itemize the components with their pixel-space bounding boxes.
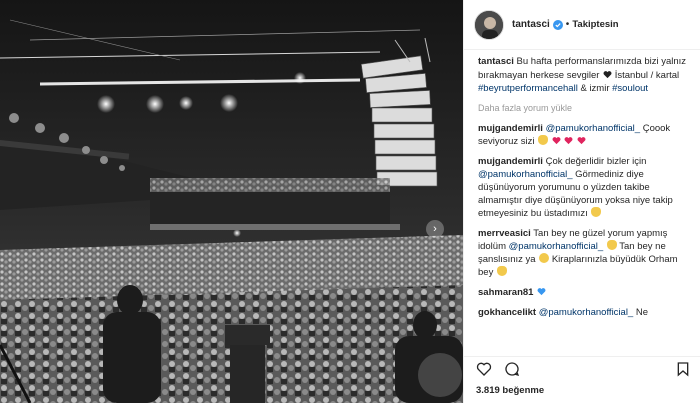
comment-mention[interactable]: @pamukorhanofficial_ (509, 241, 604, 252)
comment-mention[interactable]: @pamukorhanofficial_ (478, 169, 573, 180)
comments-list: tantasci Bu hafta performanslarımızda bi… (464, 55, 700, 355)
comment-text: Ne (635, 306, 649, 318)
chevron-right-icon: › (433, 222, 437, 235)
clap-emoji-icon (538, 134, 549, 145)
comment-1: mujgandemirli @pamukorhanofficial_ Çoook… (478, 122, 691, 148)
clap-emoji-icon (606, 239, 617, 250)
likes-count[interactable]: 3.819 beğenme (476, 385, 544, 396)
action-bar (464, 356, 700, 380)
caption-text-3: izmir (589, 83, 610, 94)
header-username[interactable]: tantasci (512, 19, 550, 30)
comment-text-1: Çok değerlidir bizler için (545, 155, 647, 167)
red-heart-icon (552, 136, 561, 144)
comment-username[interactable]: sahmaran81 (478, 287, 533, 298)
comment-username[interactable]: mujgandemirli (478, 123, 543, 134)
blue-heart-icon (537, 287, 546, 295)
caption-hashtag-1[interactable]: #beyrutperformancehall (478, 83, 578, 94)
black-heart-icon (603, 70, 612, 78)
clap-emoji-icon (591, 206, 602, 217)
comment-2: mujgandemirli Çok değerlidir bizler için… (478, 155, 691, 220)
bookmark-icon[interactable] (675, 361, 691, 377)
caption-username[interactable]: tantasci (478, 56, 514, 67)
comment-3: merrveasici Tan bey ne güzel yorum yapmı… (478, 227, 691, 279)
next-photo-button[interactable]: › (426, 220, 444, 238)
comment-mention[interactable]: @pamukorhanofficial_ (546, 123, 641, 134)
caption-hashtag-2[interactable]: #soulout (612, 83, 648, 94)
instagram-post: › tantasci • Takiptesin tantasci Bu haft… (0, 0, 700, 403)
post-header: tantasci • Takiptesin (464, 0, 700, 50)
comment-5: gokhancelikt @pamukorhanofficial_ Ne (478, 306, 691, 319)
comment-username[interactable]: mujgandemirli (478, 156, 543, 167)
red-heart-icon (577, 136, 586, 144)
caption-text-2: İstanbul / kartal (614, 69, 680, 81)
concert-photo-image (0, 0, 463, 403)
comment-username[interactable]: gokhancelikt (478, 307, 536, 318)
post-side-panel: tantasci • Takiptesin tantasci Bu hafta … (463, 0, 700, 403)
post-photo[interactable]: › (0, 0, 463, 403)
follow-state-button[interactable]: Takiptesin (572, 19, 618, 30)
heart-icon[interactable] (476, 361, 492, 377)
avatar[interactable] (474, 9, 504, 40)
comment-icon[interactable] (504, 361, 520, 377)
header-separator: • (565, 19, 570, 30)
caption: tantasci Bu hafta performanslarımızda bi… (478, 55, 691, 96)
laughing-emoji-icon (539, 252, 550, 263)
comment-username[interactable]: merrveasici (478, 228, 531, 239)
red-heart-icon (564, 136, 573, 144)
clap-emoji-icon (496, 265, 507, 276)
load-more-comments[interactable]: Daha fazla yorum yükle (478, 103, 691, 113)
caption-amp: & (580, 83, 587, 94)
comment-mention[interactable]: @pamukorhanofficial_ (539, 307, 634, 318)
comment-4: sahmaran81 (478, 286, 691, 299)
verified-badge-icon (552, 19, 563, 30)
